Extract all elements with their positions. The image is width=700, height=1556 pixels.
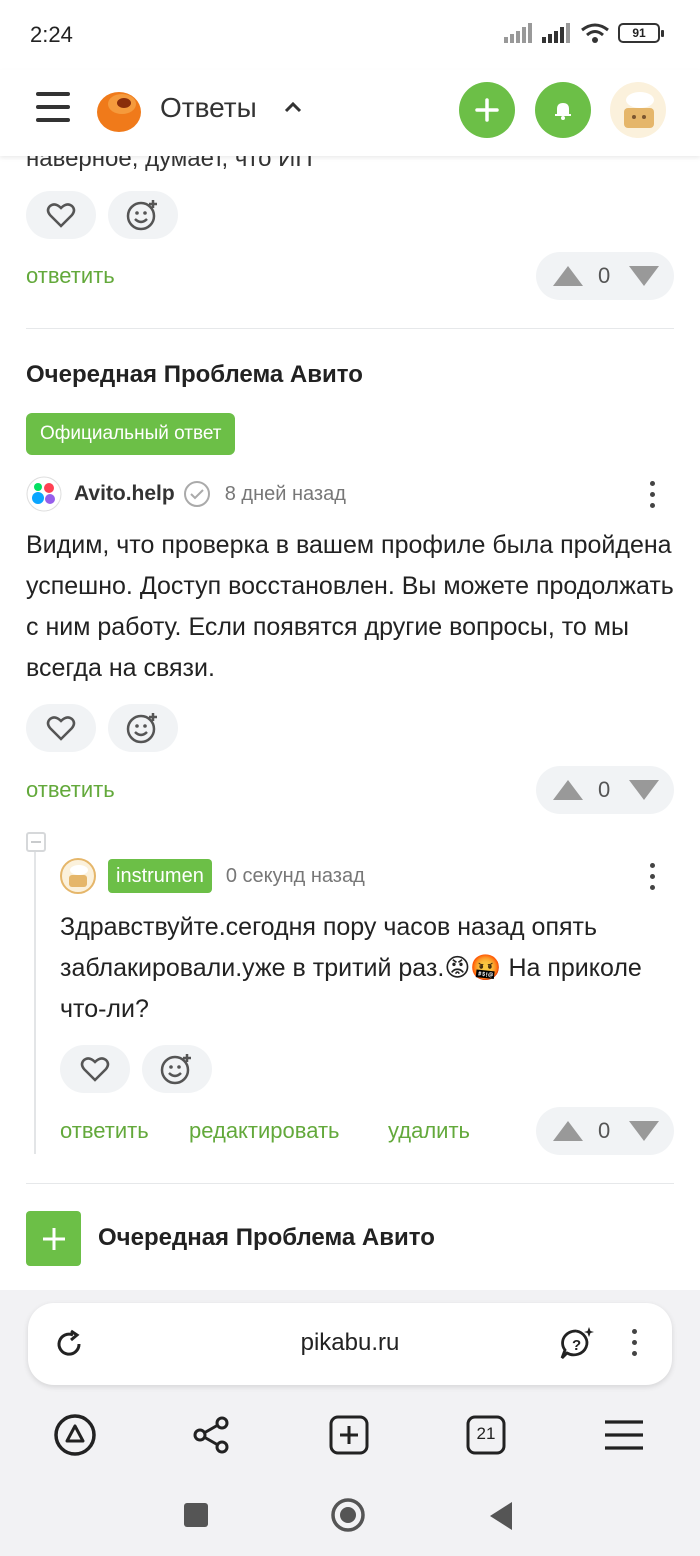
more-options-icon[interactable] <box>650 481 656 514</box>
reply-link[interactable]: ответить <box>26 777 115 803</box>
comment-time: 8 дней назад <box>224 482 346 505</box>
more-options-icon[interactable] <box>650 863 656 896</box>
address-bar[interactable]: pikabu.ru ? <box>28 1303 672 1385</box>
vote-count: 0 <box>598 777 611 802</box>
delete-link[interactable]: удалить <box>388 1118 470 1144</box>
top-bar: Ответы <box>0 70 700 156</box>
reply-author-avatar[interactable] <box>60 858 96 894</box>
add-button[interactable] <box>459 82 515 138</box>
plus-icon <box>475 98 499 122</box>
reaction-button[interactable] <box>108 191 178 239</box>
tabs-count: 21 <box>476 1424 496 1443</box>
alice-button[interactable] <box>52 1412 98 1458</box>
reaction-button[interactable] <box>142 1045 212 1093</box>
new-tab-icon <box>329 1415 369 1455</box>
back-icon[interactable] <box>488 1501 514 1531</box>
divider <box>26 1183 674 1184</box>
hamburger-icon <box>605 1420 643 1450</box>
notifications-button[interactable] <box>535 82 591 138</box>
vote-count: 0 <box>598 1118 611 1143</box>
vote-box: 0 <box>536 1107 674 1155</box>
vote-box: 0 <box>536 766 674 814</box>
user-avatar[interactable] <box>610 82 666 138</box>
reply-time: 0 секунд назад <box>225 864 365 887</box>
expand-post-button[interactable] <box>26 1211 81 1266</box>
status-bar: 2:24 91 <box>0 0 700 70</box>
home-icon[interactable] <box>330 1497 366 1533</box>
verified-icon <box>183 481 210 507</box>
like-button[interactable] <box>26 191 96 239</box>
svg-text:?: ? <box>572 1337 581 1354</box>
post-title[interactable]: Очередная Проблема Авито <box>26 361 363 389</box>
menu-button[interactable] <box>601 1412 647 1458</box>
avito-avatar[interactable] <box>26 476 62 512</box>
assistant-chat-icon[interactable]: ? <box>558 1325 596 1363</box>
comment-text: Видим, что проверка в вашем профиле была… <box>26 531 674 682</box>
status-time: 2:24 <box>30 22 73 47</box>
downvote-icon[interactable] <box>628 778 660 802</box>
upvote-icon[interactable] <box>552 778 584 802</box>
heart-icon <box>46 716 76 741</box>
downvote-icon[interactable] <box>628 1119 660 1143</box>
chevron-up-icon[interactable] <box>282 96 304 118</box>
reply-text: Здравствуйте.сегодня пору часов назад оп… <box>60 913 642 1023</box>
section-title[interactable]: Ответы <box>160 92 257 124</box>
reply-link[interactable]: ответить <box>60 1118 149 1144</box>
tabs-button[interactable]: 21 <box>463 1412 509 1458</box>
alice-icon <box>54 1414 96 1456</box>
smiley-plus-icon <box>126 200 157 231</box>
upvote-icon[interactable] <box>552 264 584 288</box>
signal-icon-2 <box>542 23 570 43</box>
reply-header: instrumen 0 секунд назад <box>60 858 365 894</box>
signal-icon <box>504 23 532 43</box>
vote-count: 0 <box>598 263 611 288</box>
new-tab-button[interactable] <box>326 1412 372 1458</box>
smiley-plus-icon <box>126 713 157 744</box>
smiley-plus-icon <box>160 1054 191 1085</box>
heart-icon <box>80 1057 110 1082</box>
next-post-title[interactable]: Очередная Проблема Авито <box>98 1224 435 1252</box>
status-icons: 91 <box>504 22 664 44</box>
plus-icon <box>42 1227 65 1250</box>
downvote-icon[interactable] <box>628 264 660 288</box>
reaction-button[interactable] <box>108 704 178 752</box>
collapse-thread-button[interactable] <box>26 832 46 852</box>
like-button[interactable] <box>26 704 96 752</box>
share-icon <box>193 1416 229 1454</box>
edit-link[interactable]: редактировать <box>189 1118 340 1144</box>
recents-icon[interactable] <box>184 1503 208 1527</box>
comment-header: Avito.help 8 дней назад <box>26 476 346 512</box>
reply-author-name[interactable]: instrumen <box>108 859 212 893</box>
official-answer-badge: Официальный ответ <box>26 413 236 455</box>
upvote-icon[interactable] <box>552 1119 584 1143</box>
author-name[interactable]: Avito.help <box>74 482 175 506</box>
browser-menu-icon[interactable] <box>632 1329 638 1362</box>
like-button[interactable] <box>60 1045 130 1093</box>
divider <box>26 328 674 329</box>
bell-icon <box>555 103 571 120</box>
heart-icon <box>46 203 76 228</box>
battery-icon: 91 <box>618 23 664 43</box>
vote-box: 0 <box>536 252 674 300</box>
pikabu-logo[interactable] <box>94 84 144 134</box>
thread-line[interactable] <box>34 852 36 1154</box>
browser-toolbar: 21 <box>0 1400 700 1470</box>
wifi-icon <box>581 23 609 43</box>
avatar-image <box>624 92 654 128</box>
share-button[interactable] <box>188 1412 234 1458</box>
menu-icon[interactable] <box>36 92 70 122</box>
reply-link[interactable]: ответить <box>26 263 115 289</box>
system-nav-bar <box>0 1480 700 1550</box>
